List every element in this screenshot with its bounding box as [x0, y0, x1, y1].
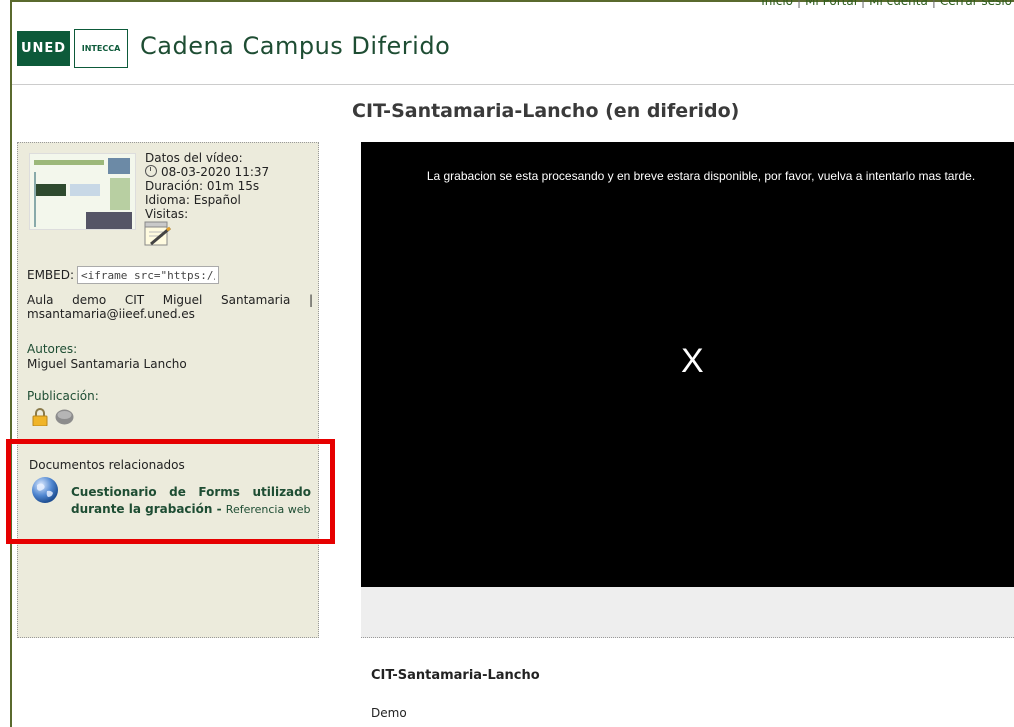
- notepad-edit-icon[interactable]: [143, 219, 173, 247]
- publicacion-label: Publicación:: [27, 389, 99, 403]
- intecca-logo[interactable]: INTECCA: [74, 29, 128, 68]
- uned-logo[interactable]: UNED: [17, 31, 70, 66]
- site-title: Cadena Campus Diferido: [140, 32, 451, 60]
- embed-label: EMBED:: [27, 268, 75, 282]
- video-thumbnail[interactable]: [29, 153, 136, 230]
- aula-info: Aula demo CIT Miguel Santamaria | msanta…: [27, 293, 313, 321]
- video-description: Demo: [371, 706, 407, 720]
- nav-mi-portal[interactable]: Mi Portal: [805, 0, 857, 8]
- nav-mi-cuenta[interactable]: Mi cuenta: [869, 0, 928, 8]
- video-date: 08-03-2020 11:37: [161, 165, 270, 179]
- nav-inicio[interactable]: Inicio: [761, 0, 793, 8]
- autores-label: Autores:: [27, 342, 78, 356]
- video-control-bar[interactable]: [361, 587, 1014, 638]
- autores-value: Miguel Santamaria Lancho: [27, 357, 187, 371]
- embed-row: EMBED:: [27, 266, 220, 284]
- datos-label: Datos del vídeo:: [145, 151, 243, 165]
- close-icon[interactable]: X: [681, 342, 704, 381]
- video-title: CIT-Santamaria-Lancho: [371, 668, 540, 683]
- video-duration: Duración: 01m 15s: [145, 179, 260, 193]
- processing-message: La grabacion se esta procesando y en bre…: [426, 169, 976, 183]
- video-info-sidebar: Datos del vídeo: 08-03-2020 11:37 Duraci…: [17, 142, 319, 638]
- clock-icon: [145, 165, 157, 177]
- embed-code-input[interactable]: [77, 266, 220, 284]
- video-player[interactable]: La grabacion se esta procesando y en bre…: [361, 142, 1014, 587]
- video-metadata: Datos del vídeo: 08-03-2020 11:37 Duraci…: [145, 151, 269, 221]
- header-divider: [12, 84, 1014, 85]
- highlight-box: [6, 439, 335, 544]
- top-nav: Inicio | Mi Portal | Mi cuenta | Cerrar sesió: [761, 0, 1012, 8]
- video-language: Idioma: Español: [145, 193, 241, 207]
- publication-type-icon: [55, 409, 74, 425]
- nav-cerrar-sesion[interactable]: Cerrar sesió: [940, 0, 1012, 8]
- page-title: CIT-Santamaria-Lancho (en diferido): [352, 100, 740, 122]
- lock-icon: [32, 408, 48, 426]
